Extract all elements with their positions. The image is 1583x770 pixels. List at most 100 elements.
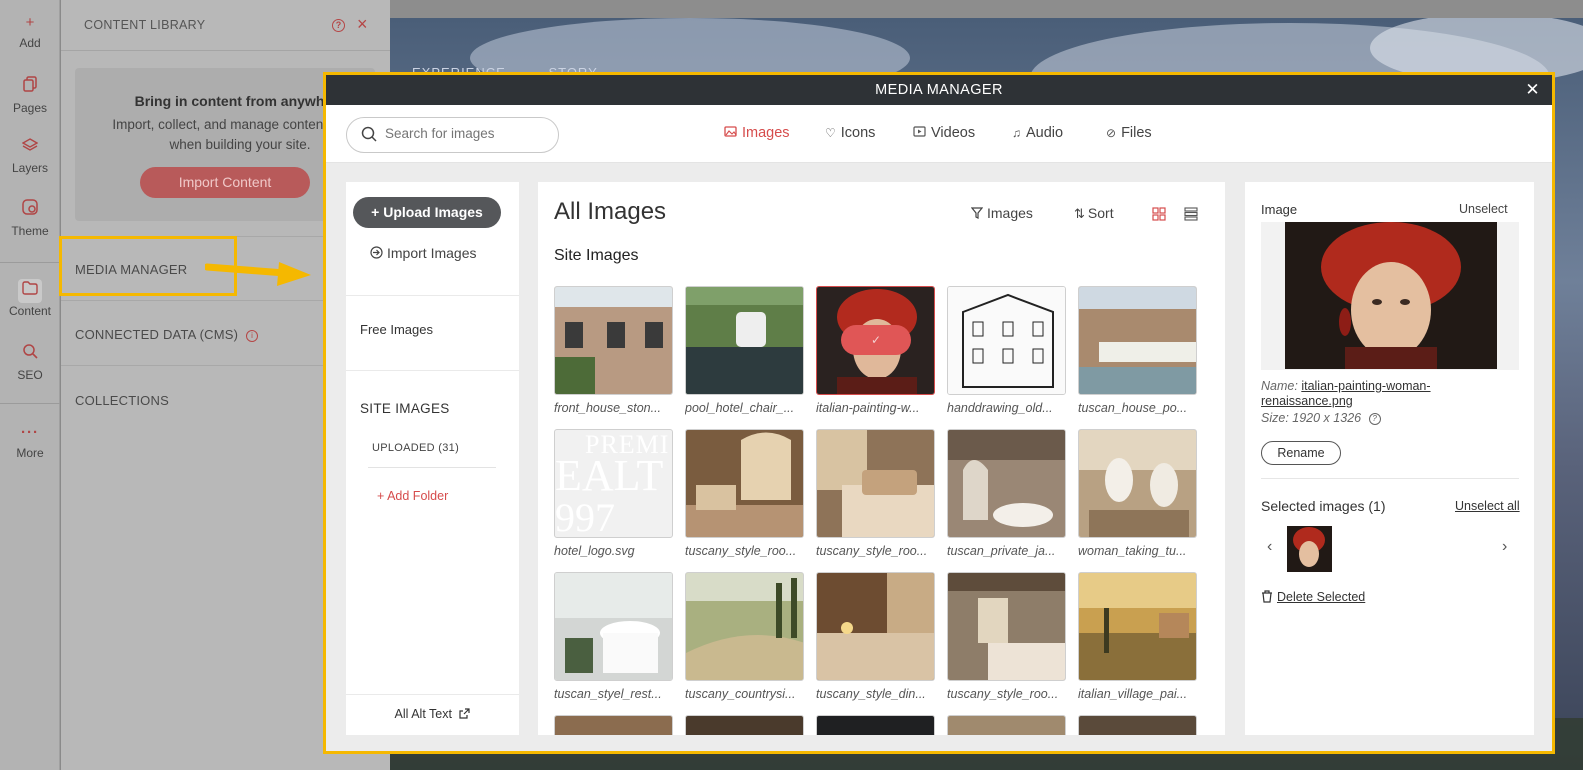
all-alt-text-link[interactable]: All Alt Text bbox=[346, 707, 519, 721]
gallery-heading: All Images bbox=[554, 198, 667, 225]
image-thumbnail-selected[interactable]: ✓ bbox=[816, 286, 935, 395]
image-thumbnail[interactable] bbox=[816, 715, 935, 735]
sort-button[interactable]: ⇅ Sort bbox=[1074, 205, 1114, 222]
add-folder-button[interactable]: + Add Folder bbox=[377, 489, 448, 503]
image-thumbnail[interactable] bbox=[816, 572, 935, 681]
image-thumbnail[interactable] bbox=[685, 715, 804, 735]
image-filename: tuscany_style_roo... bbox=[685, 544, 797, 558]
close-icon[interactable]: ✕ bbox=[1525, 75, 1540, 105]
music-icon: ♫ bbox=[1012, 126, 1021, 140]
tab-label: Videos bbox=[931, 125, 976, 141]
tab-images[interactable]: Images bbox=[724, 125, 790, 141]
rail-label: Add bbox=[19, 36, 41, 50]
help-icon[interactable]: ? bbox=[1368, 412, 1381, 425]
upload-label: Upload Images bbox=[383, 204, 483, 220]
image-filename: italian-painting-w... bbox=[816, 401, 920, 415]
tab-videos[interactable]: Videos bbox=[913, 125, 975, 141]
delete-selected-button[interactable]: Delete Selected bbox=[1261, 590, 1365, 604]
search-icon bbox=[361, 126, 377, 142]
folders-pane: + Upload Images Import Images Free Image… bbox=[346, 182, 519, 735]
image-filename: pool_hotel_chair_... bbox=[685, 401, 795, 415]
image-thumbnail[interactable] bbox=[1078, 572, 1197, 681]
paperclip-icon: ⊘ bbox=[1106, 126, 1117, 140]
selected-check-badge: ✓ bbox=[841, 325, 911, 355]
rail-label: More bbox=[16, 446, 44, 460]
rail-item-layers[interactable]: Layers bbox=[0, 138, 60, 175]
content-library-title: CONTENT LIBRARY bbox=[84, 18, 206, 32]
image-filename: tuscany_countrysi... bbox=[685, 687, 796, 701]
close-icon[interactable]: × bbox=[357, 14, 368, 35]
tab-icons[interactable]: ♡ Icons bbox=[825, 125, 875, 141]
top-strip bbox=[390, 0, 1583, 18]
rail-item-seo[interactable]: SEO bbox=[0, 343, 60, 382]
name-label: Name: bbox=[1261, 379, 1298, 393]
image-thumbnail[interactable] bbox=[554, 715, 673, 735]
rail-item-add[interactable]: + Add bbox=[0, 14, 60, 50]
chevron-left-icon[interactable]: ‹ bbox=[1267, 538, 1272, 556]
selected-image-thumbnail[interactable] bbox=[1287, 526, 1332, 572]
logo-text: 997 bbox=[555, 495, 615, 538]
image-filename: front_house_ston... bbox=[554, 401, 662, 415]
tab-label: Files bbox=[1121, 125, 1152, 141]
chevron-right-icon[interactable]: › bbox=[1502, 538, 1507, 556]
import-content-button[interactable]: Import Content bbox=[140, 167, 310, 198]
grid-view-icon[interactable] bbox=[1152, 207, 1166, 221]
rail-item-content[interactable]: Content bbox=[0, 281, 60, 318]
help-icon[interactable]: ? bbox=[332, 19, 345, 32]
image-name: Name: italian-painting-woman-renaissance… bbox=[1261, 379, 1521, 409]
image-thumbnail[interactable] bbox=[947, 286, 1066, 395]
rail-label: Pages bbox=[12, 101, 48, 115]
connected-data-item[interactable]: CONNECTED DATA (CMS) i bbox=[75, 327, 259, 342]
import-images-link[interactable]: Import Images bbox=[370, 245, 476, 261]
image-thumbnail[interactable]: PREMI EALT 997 bbox=[554, 429, 673, 538]
arrow-icon bbox=[205, 262, 311, 286]
rail-item-more[interactable]: ··· More bbox=[0, 424, 60, 460]
import-icon bbox=[370, 246, 383, 259]
import-label: Import Images bbox=[387, 245, 477, 261]
unselect-button[interactable]: Unselect bbox=[1459, 202, 1508, 216]
site-images-heading: SITE IMAGES bbox=[360, 401, 450, 416]
rail-item-theme[interactable]: Theme bbox=[0, 199, 60, 238]
unselect-all-button[interactable]: Unselect all bbox=[1455, 499, 1520, 513]
tab-audio[interactable]: ♫ Audio bbox=[1012, 125, 1063, 141]
image-thumbnail[interactable] bbox=[1078, 715, 1197, 735]
info-icon[interactable]: i bbox=[246, 329, 259, 342]
image-filename: handdrawing_old... bbox=[947, 401, 1053, 415]
search-box[interactable] bbox=[346, 117, 559, 153]
image-thumbnail[interactable] bbox=[685, 429, 804, 538]
rename-button[interactable]: Rename bbox=[1261, 441, 1341, 465]
folder-uploaded[interactable]: UPLOADED (31) bbox=[372, 442, 459, 454]
search-input[interactable] bbox=[385, 126, 550, 141]
rail-label: Theme bbox=[11, 224, 49, 238]
image-filename: woman_taking_tu... bbox=[1078, 544, 1187, 558]
image-thumbnail[interactable] bbox=[816, 429, 935, 538]
upload-images-button[interactable]: + Upload Images bbox=[353, 197, 501, 228]
list-view-icon[interactable] bbox=[1184, 207, 1198, 221]
image-thumbnail[interactable] bbox=[947, 572, 1066, 681]
preview-image bbox=[1285, 222, 1497, 369]
image-thumbnail[interactable] bbox=[685, 286, 804, 395]
collections-item[interactable]: COLLECTIONS bbox=[75, 393, 169, 408]
divider bbox=[1261, 478, 1519, 479]
image-thumbnail[interactable] bbox=[554, 572, 673, 681]
image-thumbnail[interactable] bbox=[554, 286, 673, 395]
image-size: Size: 1920 x 1326 ? bbox=[1261, 411, 1381, 425]
rail-item-pages[interactable]: Pages bbox=[0, 76, 60, 115]
image-thumbnail[interactable] bbox=[947, 429, 1066, 538]
plus-icon: + bbox=[25, 14, 35, 31]
image-filename: tuscan_private_ja... bbox=[947, 544, 1056, 558]
tab-files[interactable]: ⊘ Files bbox=[1106, 125, 1152, 141]
folder-icon bbox=[0, 281, 60, 300]
image-icon bbox=[724, 126, 737, 137]
layers-icon bbox=[0, 138, 60, 157]
image-thumbnail[interactable] bbox=[947, 715, 1066, 735]
sort-label: Sort bbox=[1087, 205, 1114, 221]
image-thumbnail[interactable] bbox=[1078, 286, 1197, 395]
content-library-header: CONTENT LIBRARY ? × bbox=[61, 0, 390, 51]
modal-title: MEDIA MANAGER bbox=[875, 82, 1003, 98]
free-images-link[interactable]: Free Images bbox=[360, 322, 433, 337]
filter-button[interactable]: Images bbox=[970, 205, 1033, 221]
image-thumbnail[interactable] bbox=[685, 572, 804, 681]
add-folder-label: Add Folder bbox=[387, 489, 449, 503]
image-thumbnail[interactable] bbox=[1078, 429, 1197, 538]
